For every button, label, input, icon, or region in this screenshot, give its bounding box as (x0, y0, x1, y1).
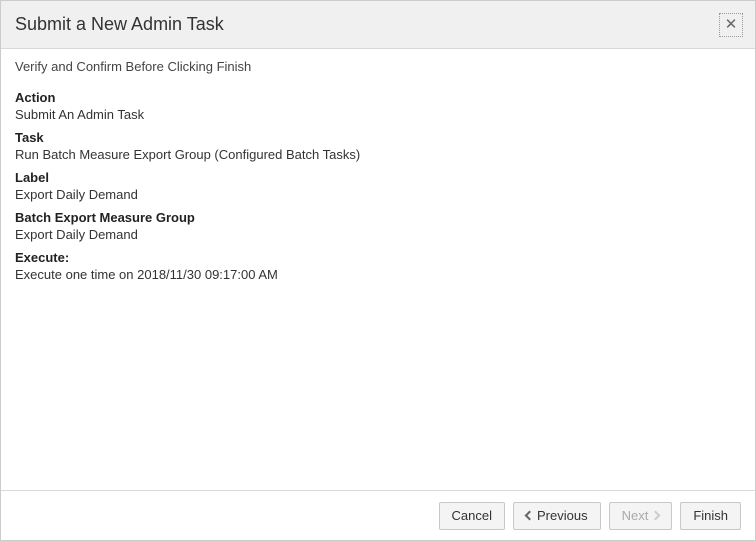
field-value-task: Run Batch Measure Export Group (Configur… (15, 147, 741, 162)
previous-button-label: Previous (537, 508, 588, 523)
field-label-label: Label (15, 170, 741, 185)
dialog-title: Submit a New Admin Task (15, 14, 224, 35)
dialog-subheader: Verify and Confirm Before Clicking Finis… (1, 49, 755, 82)
dialog-header: Submit a New Admin Task ✕ (1, 1, 755, 49)
dialog: Submit a New Admin Task ✕ Verify and Con… (0, 0, 756, 541)
next-button-label: Next (622, 508, 649, 523)
finish-button[interactable]: Finish (680, 502, 741, 530)
chevron-right-icon (651, 511, 661, 521)
field-label-task: Task (15, 130, 741, 145)
field-value-label: Export Daily Demand (15, 187, 741, 202)
finish-button-label: Finish (693, 508, 728, 523)
field-label-execute: Execute: (15, 250, 741, 265)
field-value-group: Export Daily Demand (15, 227, 741, 242)
field-value-execute: Execute one time on 2018/11/30 09:17:00 … (15, 267, 741, 282)
cancel-button[interactable]: Cancel (439, 502, 505, 530)
previous-button[interactable]: Previous (513, 502, 601, 530)
dialog-content: Action Submit An Admin Task Task Run Bat… (1, 82, 755, 490)
dialog-footer: Cancel Previous Next Finish (1, 490, 755, 540)
cancel-button-label: Cancel (452, 508, 492, 523)
close-button[interactable]: ✕ (719, 13, 743, 37)
chevron-left-icon (525, 511, 535, 521)
field-label-action: Action (15, 90, 741, 105)
field-value-action: Submit An Admin Task (15, 107, 741, 122)
close-icon: ✕ (725, 17, 738, 32)
field-label-group: Batch Export Measure Group (15, 210, 741, 225)
next-button: Next (609, 502, 673, 530)
